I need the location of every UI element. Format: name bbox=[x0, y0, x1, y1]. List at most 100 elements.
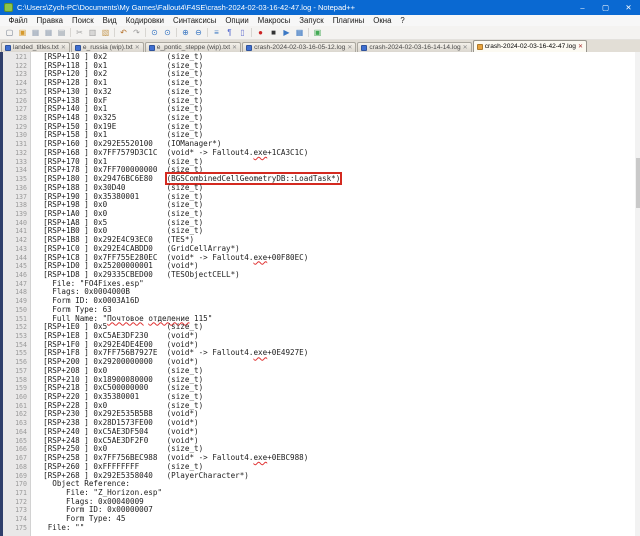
redo-icon[interactable]: ↷ bbox=[131, 27, 142, 38]
line-number: 146 bbox=[3, 271, 30, 280]
menu-item-window[interactable]: Окна bbox=[369, 16, 396, 25]
line-number: 169 bbox=[3, 472, 30, 481]
notepadpp-app-icon bbox=[4, 3, 13, 12]
menu-item-settings[interactable]: Опции bbox=[221, 16, 253, 25]
menu-item-encoding[interactable]: Кодировки bbox=[121, 16, 168, 25]
tab-label: crash-2024-02-03-16-05-12.log bbox=[254, 44, 345, 51]
monitoring-icon[interactable]: ▣ bbox=[312, 27, 323, 38]
line-number: 139 bbox=[3, 210, 30, 219]
play-macro-icon[interactable]: ▶ bbox=[281, 27, 292, 38]
menu-item-plugins[interactable]: Плагины bbox=[328, 16, 369, 25]
title-bar: C:\Users\Zych-PC\Documents\My Games\Fall… bbox=[0, 0, 640, 15]
menu-item-macro[interactable]: Макросы bbox=[253, 16, 295, 25]
copy-icon[interactable]: ▥ bbox=[87, 27, 98, 38]
line-number: 124 bbox=[3, 79, 30, 88]
record-macro-icon[interactable]: ● bbox=[255, 27, 266, 38]
line-number: 122 bbox=[3, 62, 30, 71]
close-button[interactable]: ✕ bbox=[617, 0, 640, 15]
line-text: File: "" bbox=[30, 524, 84, 533]
line-number: 175 bbox=[3, 524, 30, 533]
line-number: 133 bbox=[3, 158, 30, 167]
line-number: 149 bbox=[3, 297, 30, 306]
tab-e-russia[interactable]: e_russia (wip).txt✕ bbox=[71, 42, 144, 52]
save-all-icon[interactable]: ▦ bbox=[43, 27, 54, 38]
open-folder-icon[interactable]: ▣ bbox=[17, 27, 28, 38]
menu-item-edit[interactable]: Правка bbox=[32, 16, 67, 25]
save-icon[interactable]: ▦ bbox=[30, 27, 41, 38]
saved-file-icon bbox=[75, 45, 81, 51]
line-number: 165 bbox=[3, 437, 30, 446]
line-number: 135 bbox=[3, 175, 30, 184]
menu-item-run[interactable]: Запуск bbox=[295, 16, 328, 25]
saved-file-icon bbox=[477, 44, 483, 50]
line-number: 145 bbox=[3, 262, 30, 271]
tab-close-icon[interactable]: ✕ bbox=[578, 43, 583, 50]
print-icon[interactable]: ▤ bbox=[56, 27, 67, 38]
undo-icon[interactable]: ↶ bbox=[118, 27, 129, 38]
scrollbar-thumb[interactable] bbox=[636, 158, 640, 208]
vertical-scrollbar[interactable] bbox=[635, 52, 640, 536]
toolbar-separator bbox=[207, 28, 208, 37]
stop-macro-icon[interactable]: ■ bbox=[268, 27, 279, 38]
editor-area[interactable]: 121 [RSP+110 ] 0x2 (size_t)122 [RSP+118 … bbox=[0, 52, 640, 536]
line-number: 127 bbox=[3, 105, 30, 114]
maximize-button[interactable]: ▢ bbox=[594, 0, 617, 15]
line-number: 130 bbox=[3, 131, 30, 140]
tab-close-icon[interactable]: ✕ bbox=[135, 44, 140, 51]
line-number: 167 bbox=[3, 454, 30, 463]
code-line: 175 File: "" bbox=[0, 524, 635, 533]
line-number: 151 bbox=[3, 315, 30, 324]
line-number: 143 bbox=[3, 245, 30, 254]
tab-bar: landed_titles.txt✕e_russia (wip).txt✕e_p… bbox=[0, 40, 640, 52]
tab-close-icon[interactable]: ✕ bbox=[61, 44, 66, 51]
minimize-button[interactable]: – bbox=[571, 0, 594, 15]
line-number: 123 bbox=[3, 70, 30, 79]
zoom-out-icon[interactable]: ⊖ bbox=[193, 27, 204, 38]
menu-item-search[interactable]: Поиск bbox=[68, 16, 99, 25]
code-line: 174 Form Type: 45 bbox=[0, 515, 635, 524]
tab-e-pontic-steppe[interactable]: e_pontic_steppe (wip).txt✕ bbox=[145, 42, 241, 52]
line-number: 129 bbox=[3, 123, 30, 132]
zoom-in-icon[interactable]: ⊕ bbox=[180, 27, 191, 38]
line-number: 152 bbox=[3, 323, 30, 332]
line-number: 156 bbox=[3, 358, 30, 367]
tab-crash-16-05-12[interactable]: crash-2024-02-03-16-05-12.log✕ bbox=[242, 42, 356, 52]
tab-crash-16-14-14[interactable]: crash-2024-02-03-16-14-14.log✕ bbox=[357, 42, 471, 52]
tab-close-icon[interactable]: ✕ bbox=[347, 44, 352, 51]
menu-item-file[interactable]: Файл bbox=[4, 16, 32, 25]
window-title: C:\Users\Zych-PC\Documents\My Games\Fall… bbox=[17, 3, 571, 12]
new-file-icon[interactable]: ▢ bbox=[4, 27, 15, 38]
line-number: 171 bbox=[3, 489, 30, 498]
notepadpp-window: C:\Users\Zych-PC\Documents\My Games\Fall… bbox=[0, 0, 640, 536]
indent-guide-icon[interactable]: ▯ bbox=[237, 27, 248, 38]
line-number: 158 bbox=[3, 376, 30, 385]
replace-icon[interactable]: ⊙ bbox=[162, 27, 173, 38]
menu-item-language[interactable]: Синтаксисы bbox=[168, 16, 220, 25]
line-number: 132 bbox=[3, 149, 30, 158]
cut-icon[interactable]: ✂ bbox=[74, 27, 85, 38]
save-macro-icon[interactable]: ▦ bbox=[294, 27, 305, 38]
line-number: 134 bbox=[3, 166, 30, 175]
show-all-chars-icon[interactable]: ¶ bbox=[224, 27, 235, 38]
toolbar-separator bbox=[176, 28, 177, 37]
line-number: 128 bbox=[3, 114, 30, 123]
menu-item-view[interactable]: Вид bbox=[98, 16, 121, 25]
window-controls: –▢✕ bbox=[571, 0, 640, 15]
tab-close-icon[interactable]: ✕ bbox=[232, 44, 237, 51]
saved-file-icon bbox=[5, 45, 11, 51]
line-number: 140 bbox=[3, 219, 30, 228]
tab-landed-titles[interactable]: landed_titles.txt✕ bbox=[1, 42, 70, 52]
toolbar-separator bbox=[308, 28, 309, 37]
line-number: 141 bbox=[3, 227, 30, 236]
line-number: 148 bbox=[3, 288, 30, 297]
line-number: 174 bbox=[3, 515, 30, 524]
tab-close-icon[interactable]: ✕ bbox=[463, 44, 468, 51]
paste-icon[interactable]: ▧ bbox=[100, 27, 111, 38]
menu-item-help[interactable]: ? bbox=[396, 16, 409, 25]
toolbar-separator bbox=[145, 28, 146, 37]
find-icon[interactable]: ⊙ bbox=[149, 27, 160, 38]
tab-crash-16-42-47[interactable]: crash-2024-02-03-16-42-47.log✕ bbox=[473, 40, 587, 52]
word-wrap-icon[interactable]: ≡ bbox=[211, 27, 222, 38]
tab-label: e_pontic_steppe (wip).txt bbox=[157, 44, 230, 51]
line-number: 154 bbox=[3, 341, 30, 350]
